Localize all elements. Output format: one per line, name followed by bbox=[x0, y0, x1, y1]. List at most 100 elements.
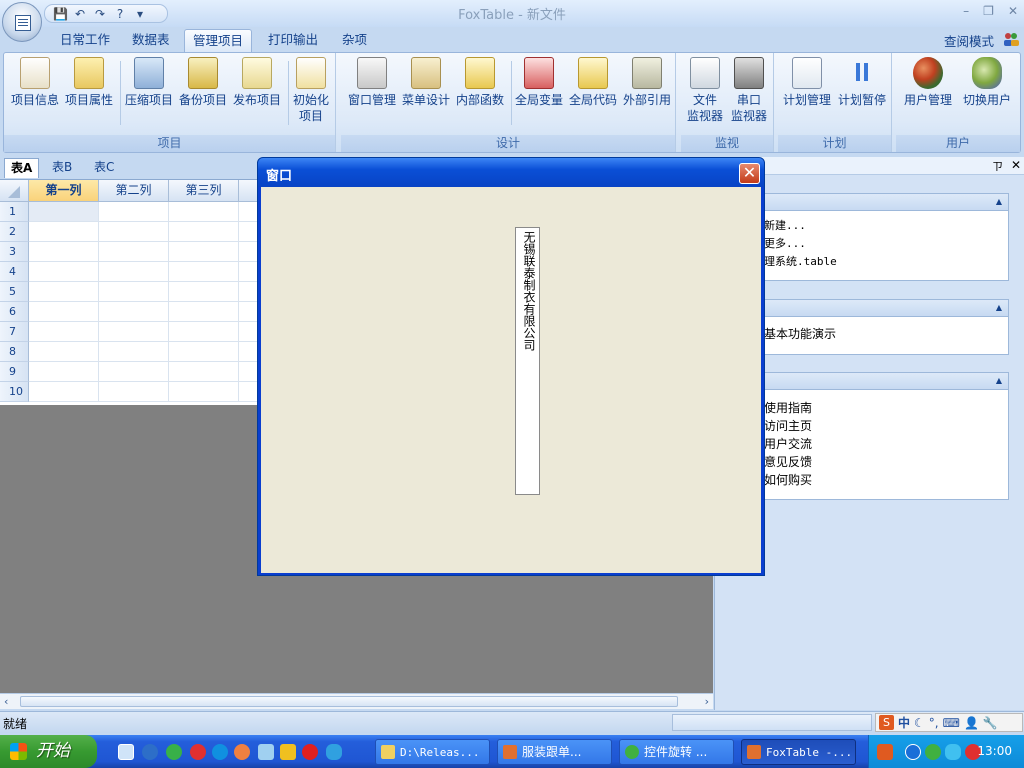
qq-icon[interactable] bbox=[326, 744, 342, 760]
grid-cell[interactable] bbox=[169, 242, 239, 262]
sheet-tab-a[interactable]: 表A bbox=[4, 158, 40, 178]
grid-cell[interactable] bbox=[99, 342, 169, 362]
grid-cell[interactable] bbox=[29, 362, 99, 382]
grid-cell[interactable] bbox=[169, 202, 239, 222]
grid-cell[interactable] bbox=[29, 342, 99, 362]
grid-cell[interactable] bbox=[29, 202, 99, 222]
task-link[interactable]: 意见反馈 bbox=[764, 453, 1008, 471]
keyboard-icon[interactable]: ⌨ bbox=[943, 716, 960, 730]
switch-user-button[interactable]: 切换用户 bbox=[958, 57, 1016, 108]
scroll-thumb[interactable] bbox=[20, 696, 678, 707]
tab-manage-project[interactable]: 管理项目 bbox=[184, 29, 253, 52]
task-foxtable[interactable]: FoxTable -... bbox=[741, 739, 856, 765]
collapse-icon[interactable]: ▲ bbox=[996, 376, 1002, 385]
task-link[interactable]: 如何购买 bbox=[764, 471, 1008, 489]
view-mode-label[interactable]: 查阅模式 bbox=[944, 31, 994, 50]
task-link[interactable]: 理系统.table bbox=[764, 253, 1008, 271]
grid-cell[interactable] bbox=[99, 262, 169, 282]
row-header[interactable]: 10 bbox=[0, 382, 29, 402]
task-link[interactable]: 基本功能演示 bbox=[764, 325, 1008, 343]
column-header[interactable]: 第一列 bbox=[29, 180, 99, 202]
grid-cell[interactable] bbox=[239, 282, 258, 302]
redo-icon[interactable]: ↷ bbox=[93, 7, 107, 21]
row-header[interactable]: 3 bbox=[0, 242, 29, 262]
grid-cell[interactable] bbox=[169, 222, 239, 242]
skype-icon[interactable] bbox=[212, 744, 228, 760]
grid-cell[interactable] bbox=[29, 282, 99, 302]
qq-tray-icon[interactable] bbox=[945, 744, 961, 760]
file-monitor-button[interactable]: 文件 监视器 bbox=[683, 57, 727, 124]
tab-daily-work[interactable]: 日常工作 bbox=[52, 29, 118, 52]
grid-cell[interactable] bbox=[29, 262, 99, 282]
sogou-tray-icon[interactable] bbox=[877, 744, 893, 760]
close-pane-icon[interactable]: ✕ bbox=[1011, 158, 1021, 172]
grid-cell[interactable] bbox=[99, 222, 169, 242]
moon-icon[interactable]: ☾ bbox=[914, 716, 925, 730]
grid-cell[interactable] bbox=[99, 362, 169, 382]
column-header[interactable]: 第三列 bbox=[169, 180, 239, 202]
help-icon[interactable]: ? bbox=[113, 7, 127, 21]
collapse-icon[interactable]: ▲ bbox=[996, 197, 1002, 206]
task-garment[interactable]: 服装跟单... bbox=[497, 739, 612, 765]
schedule-pause-button[interactable]: 计划暂停 bbox=[835, 57, 889, 108]
grid-cell[interactable] bbox=[239, 322, 258, 342]
schedule-manage-button[interactable]: 计划管理 bbox=[780, 57, 834, 108]
initialize-project-button[interactable]: 初始化 项目 bbox=[290, 57, 332, 124]
collapse-tray-icon[interactable] bbox=[905, 744, 921, 760]
users-icon[interactable] bbox=[1002, 31, 1020, 47]
grid-cell[interactable] bbox=[99, 382, 169, 402]
publish-project-button[interactable]: 发布项目 bbox=[231, 57, 283, 108]
grid-cell[interactable] bbox=[239, 242, 258, 262]
grid-cell[interactable] bbox=[99, 302, 169, 322]
project-info-button[interactable]: 项目信息 bbox=[9, 57, 61, 108]
grid-cell[interactable] bbox=[99, 242, 169, 262]
global-code-button[interactable]: 全局代码 bbox=[567, 57, 619, 108]
task-link[interactable]: 访问主页 bbox=[764, 417, 1008, 435]
internal-functions-button[interactable]: 内部函数 bbox=[453, 57, 507, 108]
grid-cell[interactable] bbox=[99, 322, 169, 342]
grid-cell[interactable] bbox=[29, 322, 99, 342]
compress-project-button[interactable]: 压缩项目 bbox=[123, 57, 175, 108]
grid-cell[interactable] bbox=[169, 382, 239, 402]
grid-cell[interactable] bbox=[99, 202, 169, 222]
weibo-icon[interactable] bbox=[190, 744, 206, 760]
row-header[interactable]: 9 bbox=[0, 362, 29, 382]
task-explorer[interactable]: D:\Releas... bbox=[375, 739, 490, 765]
grid-cell[interactable] bbox=[29, 302, 99, 322]
scroll-left-icon[interactable]: ‹ bbox=[4, 695, 8, 708]
tab-print-output[interactable]: 打印输出 bbox=[260, 29, 326, 52]
grid-cell[interactable] bbox=[239, 342, 258, 362]
task-link[interactable]: 用户交流 bbox=[764, 435, 1008, 453]
column-header[interactable]: 第二列 bbox=[99, 180, 169, 202]
scroll-right-icon[interactable]: › bbox=[705, 695, 709, 708]
row-header[interactable]: 6 bbox=[0, 302, 29, 322]
app-menu-button[interactable] bbox=[2, 2, 42, 42]
grid-cell[interactable] bbox=[239, 362, 258, 382]
dialog-close-button[interactable]: ✕ bbox=[739, 163, 760, 184]
grid-cell[interactable] bbox=[169, 282, 239, 302]
task-control-rotate[interactable]: 控件旋转 ... bbox=[619, 739, 734, 765]
grid-cell[interactable] bbox=[239, 262, 258, 282]
undo-icon[interactable]: ↶ bbox=[73, 7, 87, 21]
global-variables-button[interactable]: 全局变量 bbox=[513, 57, 565, 108]
backup-project-button[interactable]: 备份项目 bbox=[177, 57, 229, 108]
column-header-partial[interactable] bbox=[239, 180, 258, 202]
serial-monitor-button[interactable]: 串口 监视器 bbox=[727, 57, 771, 124]
pin-icon[interactable]: ㄗ bbox=[992, 158, 1003, 174]
customize-qat-icon[interactable]: ▾ bbox=[133, 7, 147, 21]
task-link[interactable]: 新建... bbox=[764, 217, 1008, 235]
grid-cell[interactable] bbox=[169, 262, 239, 282]
tab-misc[interactable]: 杂项 bbox=[334, 29, 375, 52]
sogou-icon[interactable]: S bbox=[879, 715, 894, 730]
grid-cell[interactable] bbox=[169, 362, 239, 382]
list-icon[interactable] bbox=[280, 744, 296, 760]
user-icon[interactable]: 👤 bbox=[964, 716, 979, 730]
grid-cell[interactable] bbox=[239, 382, 258, 402]
grid-cell[interactable] bbox=[29, 222, 99, 242]
external-reference-button[interactable]: 外部引用 bbox=[621, 57, 673, 108]
task-link[interactable]: 更多... bbox=[764, 235, 1008, 253]
restore-icon[interactable]: ❐ bbox=[983, 4, 994, 18]
project-properties-button[interactable]: 项目属性 bbox=[63, 57, 115, 108]
ime-mode[interactable]: 中 bbox=[898, 714, 910, 731]
game-icon[interactable] bbox=[234, 744, 250, 760]
